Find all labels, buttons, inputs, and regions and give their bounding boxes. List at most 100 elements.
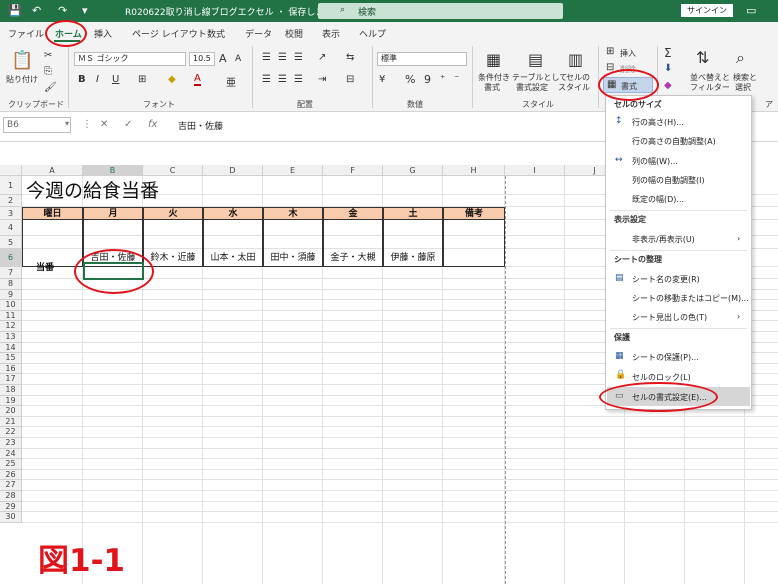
menu-item-row-height[interactable]: 行の高さ(H)... [632,117,684,128]
duty-cell[interactable]: 山本・太田 [203,251,263,265]
tab-data[interactable]: データ [245,27,272,40]
align-left-icon[interactable]: ☰ [262,74,271,85]
cut-icon[interactable]: ✂ [44,50,52,61]
row-header[interactable]: 19 [0,395,22,407]
menu-item-autofit-row[interactable]: 行の高さの自動調整(A) [632,136,716,147]
format-painter-icon[interactable]: 🖌 [44,82,57,93]
duty-cell[interactable]: 鈴木・近藤 [143,251,203,265]
merge-center-icon[interactable]: ⊟ [346,74,354,85]
align-middle-icon[interactable]: ☰ [278,52,287,63]
conditional-format-icon[interactable]: ▦ [486,50,501,69]
select-all-corner[interactable] [0,165,22,176]
duty-cell[interactable]: 金子・大槻 [323,251,383,265]
search-box[interactable]: ⌕ 検索 [318,3,563,19]
number-format-select[interactable]: 標準 [377,52,467,66]
header-cell[interactable]: 金 [323,207,383,220]
insert-function-icon[interactable]: fx [148,119,157,130]
menu-item-rename-sheet[interactable]: シート名の変更(R) [632,274,700,285]
copy-icon[interactable]: ⎘ [44,66,52,77]
signin-button[interactable]: サインイン [681,4,733,17]
tab-formulas[interactable]: 数式 [207,27,225,40]
duty-cell[interactable]: 伊藤・藤原 [383,251,443,265]
tab-review[interactable]: 校閲 [285,27,303,40]
orientation-icon[interactable]: ↗ [318,52,326,63]
customize-icon[interactable]: ▾ [82,4,88,17]
cell-styles-icon[interactable]: ▥ [568,50,583,69]
tab-file[interactable]: ファイル [8,27,44,40]
row-header[interactable]: 9 [0,289,22,301]
undo-icon[interactable]: ↶ [32,4,41,17]
cell-styles-label-2[interactable]: スタイル [558,82,590,93]
header-cell[interactable]: 備考 [443,207,505,220]
find-select-icon[interactable]: ⌕ [736,48,745,68]
align-bottom-icon[interactable]: ☰ [294,52,303,63]
align-right-icon[interactable]: ☰ [294,74,303,85]
phonetic-icon[interactable]: 亜 [226,74,236,89]
column-header[interactable]: A [22,165,83,176]
currency-icon[interactable]: ¥ [379,74,385,85]
name-box[interactable]: B6 [3,117,71,133]
tab-page-layout[interactable]: ページ レイアウト [132,27,207,40]
font-grow-icon[interactable]: A [219,52,227,65]
duty-cell[interactable] [443,251,505,265]
tab-insert[interactable]: 挿入 [94,27,112,40]
name-box-dropdown-icon[interactable]: ▾ [65,119,69,128]
percent-button[interactable]: % [405,73,415,86]
wrap-text-icon[interactable]: ⇆ [346,52,354,63]
save-icon[interactable]: 💾 [8,4,22,17]
row-header[interactable]: 26 [0,469,22,481]
column-header[interactable]: F [323,165,383,176]
row-header[interactable]: 7 [0,267,22,279]
sort-filter-label-2[interactable]: フィルター [690,82,730,93]
column-header[interactable]: I [505,165,565,176]
row-header[interactable]: 18 [0,385,22,396]
column-header[interactable]: E [263,165,323,176]
clear-icon[interactable]: ◆ [664,80,672,91]
enter-icon[interactable]: ✓ [124,119,132,130]
increase-decimal-icon[interactable]: ⁺ [440,74,445,85]
italic-button[interactable]: I [96,74,99,85]
row-header[interactable]: 28 [0,491,22,502]
decrease-decimal-icon[interactable]: ⁻ [454,74,459,85]
row-header[interactable]: 3 [0,207,22,220]
underline-button[interactable]: U [112,74,119,85]
paste-icon[interactable]: 📋 [11,50,33,71]
row-header[interactable]: 11 [0,310,22,322]
row-header[interactable]: 6 [0,249,22,267]
header-cell[interactable]: 木 [263,207,323,220]
fill-color-icon[interactable]: ◆ [168,74,176,85]
sort-filter-icon[interactable]: ⇅ [696,48,709,67]
row-header[interactable]: 12 [0,321,22,332]
insert-cells-label[interactable]: 挿入 [620,48,636,59]
menu-item-column-width[interactable]: 列の幅(W)... [632,156,678,167]
menu-item-tab-color[interactable]: シート見出しの色(T) [632,312,707,323]
row-header[interactable]: 14 [0,342,22,354]
column-header[interactable]: D [203,165,263,176]
sheet-title[interactable]: 今週の給食当番 [26,176,159,203]
row-header[interactable]: 25 [0,459,22,470]
font-name-select[interactable]: ＭＳ ゴシック [74,52,186,66]
row-header[interactable]: 10 [0,300,22,311]
insert-cells-icon[interactable]: ⊞ [606,46,614,57]
header-cell[interactable]: 土 [383,207,443,220]
menu-item-protect-sheet[interactable]: シートの保護(P)... [632,352,699,363]
row-header[interactable]: 13 [0,332,22,343]
row-header[interactable]: 20 [0,406,22,417]
indent-icon[interactable]: ⇥ [318,74,326,85]
column-header[interactable]: B [83,165,143,176]
row-header[interactable]: 2 [0,195,22,207]
formula-input[interactable]: 吉田・佐藤 [178,119,223,132]
tab-view[interactable]: 表示 [322,27,340,40]
font-shrink-icon[interactable]: A [235,54,241,64]
border-icon[interactable]: ⊞ [138,74,146,85]
fill-icon[interactable]: ⬇ [664,63,672,74]
format-as-table-label-2[interactable]: 書式設定 [516,82,548,93]
menu-item-autofit-column[interactable]: 列の幅の自動調整(I) [632,175,705,186]
header-cell[interactable]: 水 [203,207,263,220]
cancel-icon[interactable]: ✕ [100,119,108,130]
menu-item-default-width[interactable]: 既定の幅(D)... [632,194,684,205]
format-as-table-icon[interactable]: ▤ [528,50,543,69]
header-cell[interactable]: 曜日 [22,207,83,220]
row-header[interactable]: 23 [0,438,22,449]
align-top-icon[interactable]: ☰ [262,52,271,63]
